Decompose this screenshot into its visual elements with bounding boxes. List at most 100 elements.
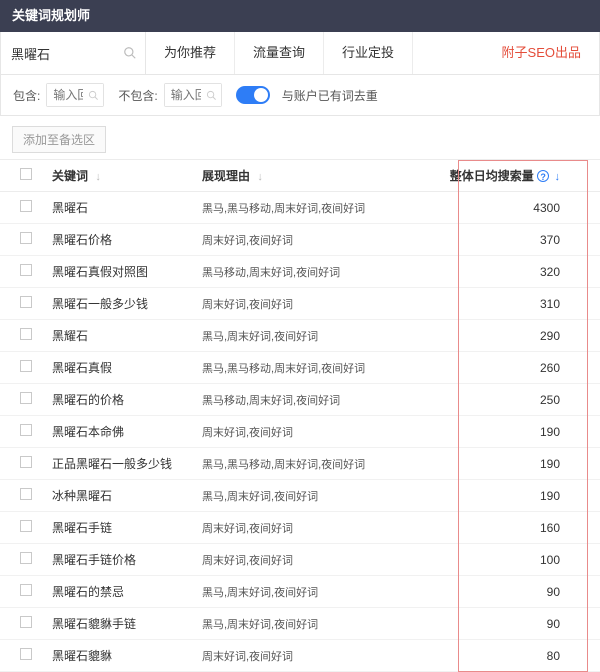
dedupe-toggle[interactable] (236, 86, 270, 104)
header-keyword[interactable]: 关键词 ↓ (52, 167, 202, 184)
row-checkbox-cell[interactable] (0, 264, 52, 279)
row-checkbox-cell[interactable] (0, 648, 52, 663)
add-to-candidates-button[interactable]: 添加至备选区 (12, 126, 106, 153)
tab-recommend[interactable]: 为你推荐 (146, 32, 235, 74)
cell-keyword[interactable]: 冰种黑曜石 (52, 487, 202, 504)
table-row: 黑曜石一般多少钱周末好词,夜间好词310 (0, 288, 600, 320)
row-checkbox-cell[interactable] (0, 328, 52, 343)
include-input-wrap[interactable] (46, 83, 104, 107)
search-icon[interactable] (206, 90, 217, 101)
cell-keyword[interactable]: 黑曜石价格 (52, 231, 202, 248)
tab-bar: 为你推荐 流量查询 行业定投 (146, 32, 484, 74)
checkbox-icon[interactable] (20, 296, 32, 308)
row-checkbox-cell[interactable] (0, 616, 52, 631)
cell-keyword[interactable]: 黑曜石手链价格 (52, 551, 202, 568)
cell-keyword[interactable]: 黑曜石的价格 (52, 391, 202, 408)
checkbox-icon[interactable] (20, 264, 32, 276)
row-checkbox-cell[interactable] (0, 360, 52, 375)
top-bar: 为你推荐 流量查询 行业定投 附子SEO出品 (0, 32, 600, 75)
cell-keyword[interactable]: 黑曜石 (52, 199, 202, 216)
cell-keyword[interactable]: 黑曜石一般多少钱 (52, 295, 202, 312)
table-row: 黑曜石手链价格周末好词,夜间好词100 (0, 544, 600, 576)
dedupe-toggle-label: 与账户已有词去重 (282, 87, 378, 104)
sort-icon[interactable]: ↓ (95, 171, 101, 183)
tab-traffic[interactable]: 流量查询 (235, 32, 324, 74)
cell-volume: 190 (422, 425, 600, 439)
header-reason[interactable]: 展现理由 ↓ (202, 167, 422, 184)
checkbox-icon[interactable] (20, 328, 32, 340)
cell-keyword[interactable]: 黑耀石 (52, 327, 202, 344)
cell-reason: 周末好词,夜间好词 (202, 520, 422, 536)
row-checkbox-cell[interactable] (0, 424, 52, 439)
cell-reason: 周末好词,夜间好词 (202, 296, 422, 312)
sort-active-icon[interactable]: ↓ (555, 171, 561, 183)
checkbox-icon[interactable] (20, 584, 32, 596)
row-checkbox-cell[interactable] (0, 200, 52, 215)
cell-keyword[interactable]: 黑曜石貔貅手链 (52, 615, 202, 632)
checkbox-icon[interactable] (20, 488, 32, 500)
checkbox-icon[interactable] (20, 648, 32, 660)
sort-icon[interactable]: ↓ (257, 171, 263, 183)
checkbox-icon[interactable] (20, 520, 32, 532)
window-title: 关键词规划师 (12, 8, 90, 23)
row-checkbox-cell[interactable] (0, 584, 52, 599)
filter-bar: 包含: 不包含: 与账户已有词去重 (0, 75, 600, 116)
exclude-label: 不包含: (118, 87, 157, 104)
header-checkbox-cell[interactable] (0, 168, 52, 183)
cell-reason: 黑马,周末好词,夜间好词 (202, 488, 422, 504)
cell-reason: 黑马,周末好词,夜间好词 (202, 584, 422, 600)
row-checkbox-cell[interactable] (0, 488, 52, 503)
cell-keyword[interactable]: 黑曜石手链 (52, 519, 202, 536)
cell-keyword[interactable]: 黑曜石真假 (52, 359, 202, 376)
cell-volume: 190 (422, 457, 600, 471)
row-checkbox-cell[interactable] (0, 552, 52, 567)
checkbox-icon[interactable] (20, 552, 32, 564)
table-row: 黑曜石真假黑马,黑马移动,周末好词,夜间好词260 (0, 352, 600, 384)
checkbox-icon[interactable] (20, 616, 32, 628)
checkbox-icon[interactable] (20, 456, 32, 468)
tab-industry[interactable]: 行业定投 (324, 32, 413, 74)
checkbox-icon[interactable] (20, 200, 32, 212)
row-checkbox-cell[interactable] (0, 296, 52, 311)
checkbox-icon[interactable] (20, 424, 32, 436)
cell-volume: 100 (422, 553, 600, 567)
help-icon[interactable]: ? (537, 170, 549, 182)
cell-reason: 黑马移动,周末好词,夜间好词 (202, 264, 422, 280)
cell-keyword[interactable]: 黑曜石貔貅 (52, 647, 202, 664)
search-box[interactable] (1, 32, 146, 74)
checkbox-icon[interactable] (20, 392, 32, 404)
brand-link[interactable]: 附子SEO出品 (484, 32, 599, 74)
search-icon[interactable] (123, 46, 137, 60)
results-table: 关键词 ↓ 展现理由 ↓ 整体日均搜索量 ? ↓ 黑曜石黑马,黑马移动,周末好词… (0, 159, 600, 672)
header-volume[interactable]: 整体日均搜索量 ? ↓ (422, 167, 600, 184)
cell-keyword[interactable]: 正品黑曜石一般多少钱 (52, 455, 202, 472)
table-row: 黑曜石的价格黑马移动,周末好词,夜间好词250 (0, 384, 600, 416)
row-checkbox-cell[interactable] (0, 520, 52, 535)
cell-reason: 周末好词,夜间好词 (202, 424, 422, 440)
cell-keyword[interactable]: 黑曜石真假对照图 (52, 263, 202, 280)
table-header: 关键词 ↓ 展现理由 ↓ 整体日均搜索量 ? ↓ (0, 160, 600, 192)
header-keyword-label: 关键词 (52, 169, 88, 183)
row-checkbox-cell[interactable] (0, 456, 52, 471)
search-icon[interactable] (88, 90, 99, 101)
cell-keyword[interactable]: 黑曜石本命佛 (52, 423, 202, 440)
row-checkbox-cell[interactable] (0, 392, 52, 407)
cell-reason: 黑马移动,周末好词,夜间好词 (202, 392, 422, 408)
table-row: 黑曜石黑马,黑马移动,周末好词,夜间好词4300 (0, 192, 600, 224)
checkbox-icon[interactable] (20, 168, 32, 180)
checkbox-icon[interactable] (20, 232, 32, 244)
cell-keyword[interactable]: 黑曜石的禁忌 (52, 583, 202, 600)
table-body: 黑曜石黑马,黑马移动,周末好词,夜间好词4300 黑曜石价格周末好词,夜间好词 37… (0, 192, 600, 672)
header-reason-label: 展现理由 (202, 169, 250, 183)
cell-volume: 310 (422, 297, 600, 311)
row-checkbox-cell[interactable] (0, 232, 52, 247)
cell-volume: 370 (422, 233, 600, 247)
table-row: 冰种黑曜石黑马,周末好词,夜间好词190 (0, 480, 600, 512)
checkbox-icon[interactable] (20, 360, 32, 372)
cell-reason: 周末好词,夜间好词 (202, 648, 422, 664)
cell-volume: 80 (422, 649, 600, 663)
window-titlebar: 关键词规划师 (0, 0, 600, 32)
header-volume-label: 整体日均搜索量 (450, 169, 534, 183)
exclude-input-wrap[interactable] (164, 83, 222, 107)
table-row: 黑耀石黑马,周末好词,夜间好词290 (0, 320, 600, 352)
